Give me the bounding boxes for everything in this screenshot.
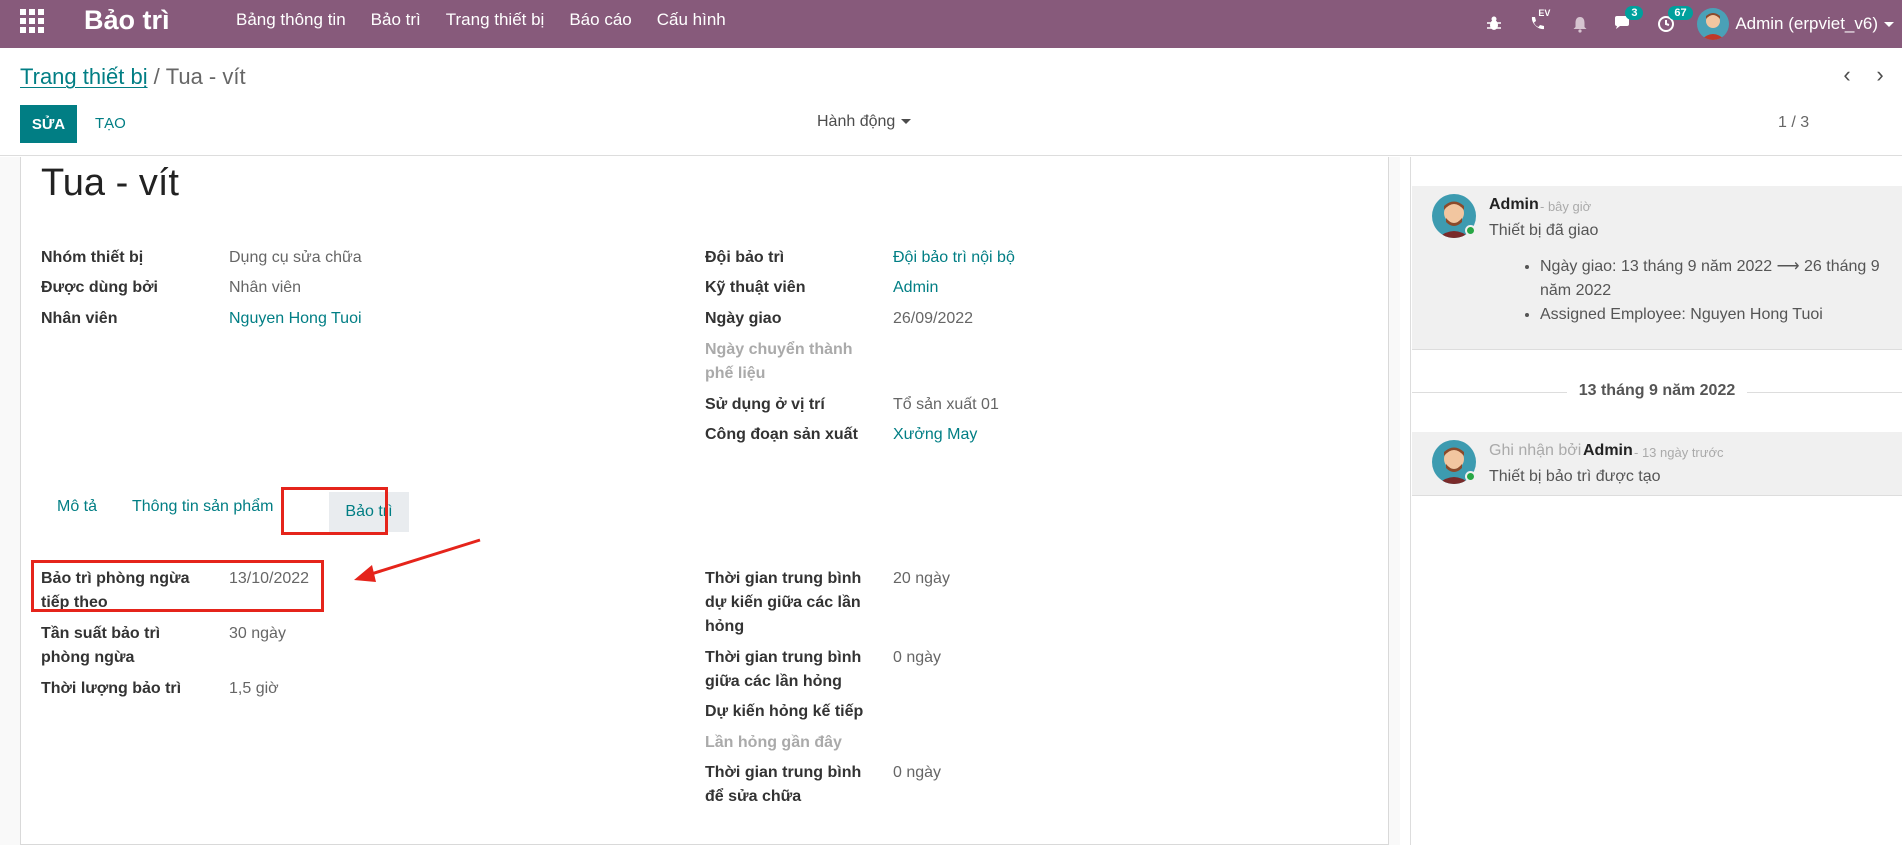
action-label: Hành động bbox=[817, 113, 896, 130]
menu-item-configuration[interactable]: Cấu hình bbox=[657, 10, 726, 30]
date-separator: 13 tháng 9 năm 2022 bbox=[1412, 382, 1902, 402]
online-status-icon bbox=[1465, 471, 1476, 482]
tracking-value-item: Assigned Employee: Nguyen Hong Tuoi bbox=[1540, 303, 1894, 327]
phone-label: EV bbox=[1538, 8, 1551, 18]
field-label-mtbf: Thời gian trung bình giữa các lần hỏng bbox=[705, 649, 862, 690]
field-highlight-box bbox=[31, 560, 324, 612]
message-prefix: Ghi nhận bởi bbox=[1489, 442, 1582, 459]
field-value-technician[interactable]: Admin bbox=[893, 276, 938, 300]
tab-highlight-box bbox=[281, 487, 388, 535]
field-label-location: Sử dụng ở vị trí bbox=[705, 396, 825, 413]
field-value-mttr: 0 ngày bbox=[893, 764, 942, 781]
tab-product-info[interactable]: Thông tin sản phẩm bbox=[132, 498, 273, 516]
message-body: Thiết bị đã giao bbox=[1489, 222, 1599, 239]
field-label-assign-date: Ngày giao bbox=[705, 310, 782, 327]
field-value-assign-date: 26/09/2022 bbox=[893, 310, 974, 327]
field-value-location: Tổ sản xuất 01 bbox=[893, 396, 999, 413]
field-label-preventive-frequency: Tần suất bảo trì phòng ngừa bbox=[41, 625, 161, 666]
field-label-employee: Nhân viên bbox=[41, 310, 118, 327]
field-value-preventive-frequency: 30 ngày bbox=[229, 625, 286, 642]
notebook-tabs: Mô tả Thông tin sản phẩm Bảo trì bbox=[41, 488, 1361, 538]
activity-badge: 67 bbox=[1668, 6, 1693, 20]
annotation-arrow-icon bbox=[354, 538, 481, 582]
field-label-work-center: Công đoạn sản xuất bbox=[705, 426, 858, 443]
field-label-category: Nhóm thiết bị bbox=[41, 249, 144, 266]
field-label-duration: Thời lượng bảo trì bbox=[41, 680, 182, 697]
apps-menu-icon[interactable] bbox=[20, 9, 44, 33]
field-value-employee[interactable]: Nguyen Hong Tuoi bbox=[229, 307, 362, 331]
date-separator-label: 13 tháng 9 năm 2022 bbox=[1566, 382, 1748, 399]
field-label-latest-failure: Lần hỏng gần đây bbox=[705, 734, 842, 751]
field-value-category: Dụng cụ sửa chữa bbox=[229, 249, 362, 266]
main-menu: Bảng thông tin Bảo trì Trang thiết bị Bá… bbox=[236, 10, 751, 30]
message-author[interactable]: Admin bbox=[1583, 442, 1633, 460]
field-value-used-by: Nhân viên bbox=[229, 279, 302, 296]
menu-item-maintenance[interactable]: Bảo trì bbox=[371, 10, 421, 30]
field-label-technician: Kỹ thuật viên bbox=[705, 279, 806, 296]
message-time: - 13 ngày trước bbox=[1634, 445, 1724, 460]
chat-icon[interactable]: 3 bbox=[1611, 6, 1644, 36]
bell-icon[interactable] bbox=[1568, 12, 1592, 36]
field-value-expected-mtbf: 20 ngày bbox=[893, 570, 950, 587]
bug-icon[interactable] bbox=[1482, 12, 1506, 36]
systray: EV 3 67 Admin (erpviet_v6) bbox=[1482, 0, 1902, 48]
menu-item-reporting[interactable]: Báo cáo bbox=[569, 10, 631, 30]
breadcrumb: Trang thiết bị / Tua - vít bbox=[20, 64, 246, 90]
field-label-next-failure: Dự kiến hỏng kế tiếp bbox=[705, 703, 864, 720]
chevron-down-icon bbox=[1884, 21, 1894, 27]
chatter-message bbox=[1412, 432, 1902, 496]
activity-clock-icon[interactable]: 67 bbox=[1654, 6, 1693, 36]
tracking-value-item: Ngày giao: 13 tháng 9 năm 2022 ⟶ 26 thán… bbox=[1540, 255, 1894, 303]
tracking-value-list: Ngày giao: 13 tháng 9 năm 2022 ⟶ 26 thán… bbox=[1524, 255, 1894, 327]
chat-badge: 3 bbox=[1625, 6, 1644, 20]
phone-icon[interactable]: EV bbox=[1525, 8, 1550, 36]
menu-item-dashboard[interactable]: Bảng thông tin bbox=[236, 10, 346, 30]
user-avatar bbox=[1697, 8, 1730, 40]
tab-description[interactable]: Mô tả bbox=[57, 498, 97, 516]
breadcrumb-separator: / bbox=[153, 64, 160, 89]
field-label-team: Đội bảo trì bbox=[705, 249, 785, 266]
control-panel: Trang thiết bị / Tua - vít SỬA TẠO Hành độ… bbox=[0, 48, 1902, 156]
equipment-name: Tua - vít bbox=[41, 162, 179, 204]
field-label-expected-mtbf: Thời gian trung bình dự kiến giữa các lầ… bbox=[705, 570, 862, 635]
field-value-work-center[interactable]: Xưởng May bbox=[893, 423, 977, 447]
breadcrumb-current: Tua - vít bbox=[165, 64, 246, 89]
message-author[interactable]: Admin bbox=[1489, 196, 1539, 214]
create-button[interactable]: TẠO bbox=[95, 115, 126, 132]
pager-next-icon[interactable]: › bbox=[1870, 64, 1890, 86]
caret-down-icon bbox=[901, 119, 912, 125]
field-value-mtbf: 0 ngày bbox=[893, 649, 942, 666]
menu-item-equipment[interactable]: Trang thiết bị bbox=[446, 10, 545, 30]
action-dropdown[interactable]: Hành động bbox=[817, 113, 912, 131]
field-value-team[interactable]: Đội bảo trì nội bộ bbox=[893, 246, 1015, 270]
breadcrumb-parent[interactable]: Trang thiết bị bbox=[20, 64, 148, 89]
pager-previous-icon[interactable]: ‹ bbox=[1837, 64, 1857, 86]
field-label-used-by: Được dùng bởi bbox=[41, 279, 158, 296]
user-name: Admin (erpviet_v6) bbox=[1735, 14, 1878, 33]
field-label-scrap-date: Ngày chuyển thành phế liệu bbox=[705, 341, 853, 382]
pager-value[interactable]: 1 / 3 bbox=[1778, 114, 1809, 132]
app-title[interactable]: Bảo trì bbox=[84, 5, 170, 36]
field-label-mttr: Thời gian trung bình để sửa chữa bbox=[705, 764, 862, 805]
field-value-duration: 1,5 giờ bbox=[229, 680, 279, 697]
message-body: Thiết bị bảo trì được tạo bbox=[1489, 468, 1661, 485]
edit-button[interactable]: SỬA bbox=[20, 105, 77, 143]
user-menu[interactable]: Admin (erpviet_v6) bbox=[1697, 8, 1894, 40]
message-time: - bây giờ bbox=[1540, 199, 1592, 214]
online-status-icon bbox=[1465, 225, 1476, 236]
top-navbar: Bảo trì Bảng thông tin Bảo trì Trang thi… bbox=[0, 0, 1902, 48]
